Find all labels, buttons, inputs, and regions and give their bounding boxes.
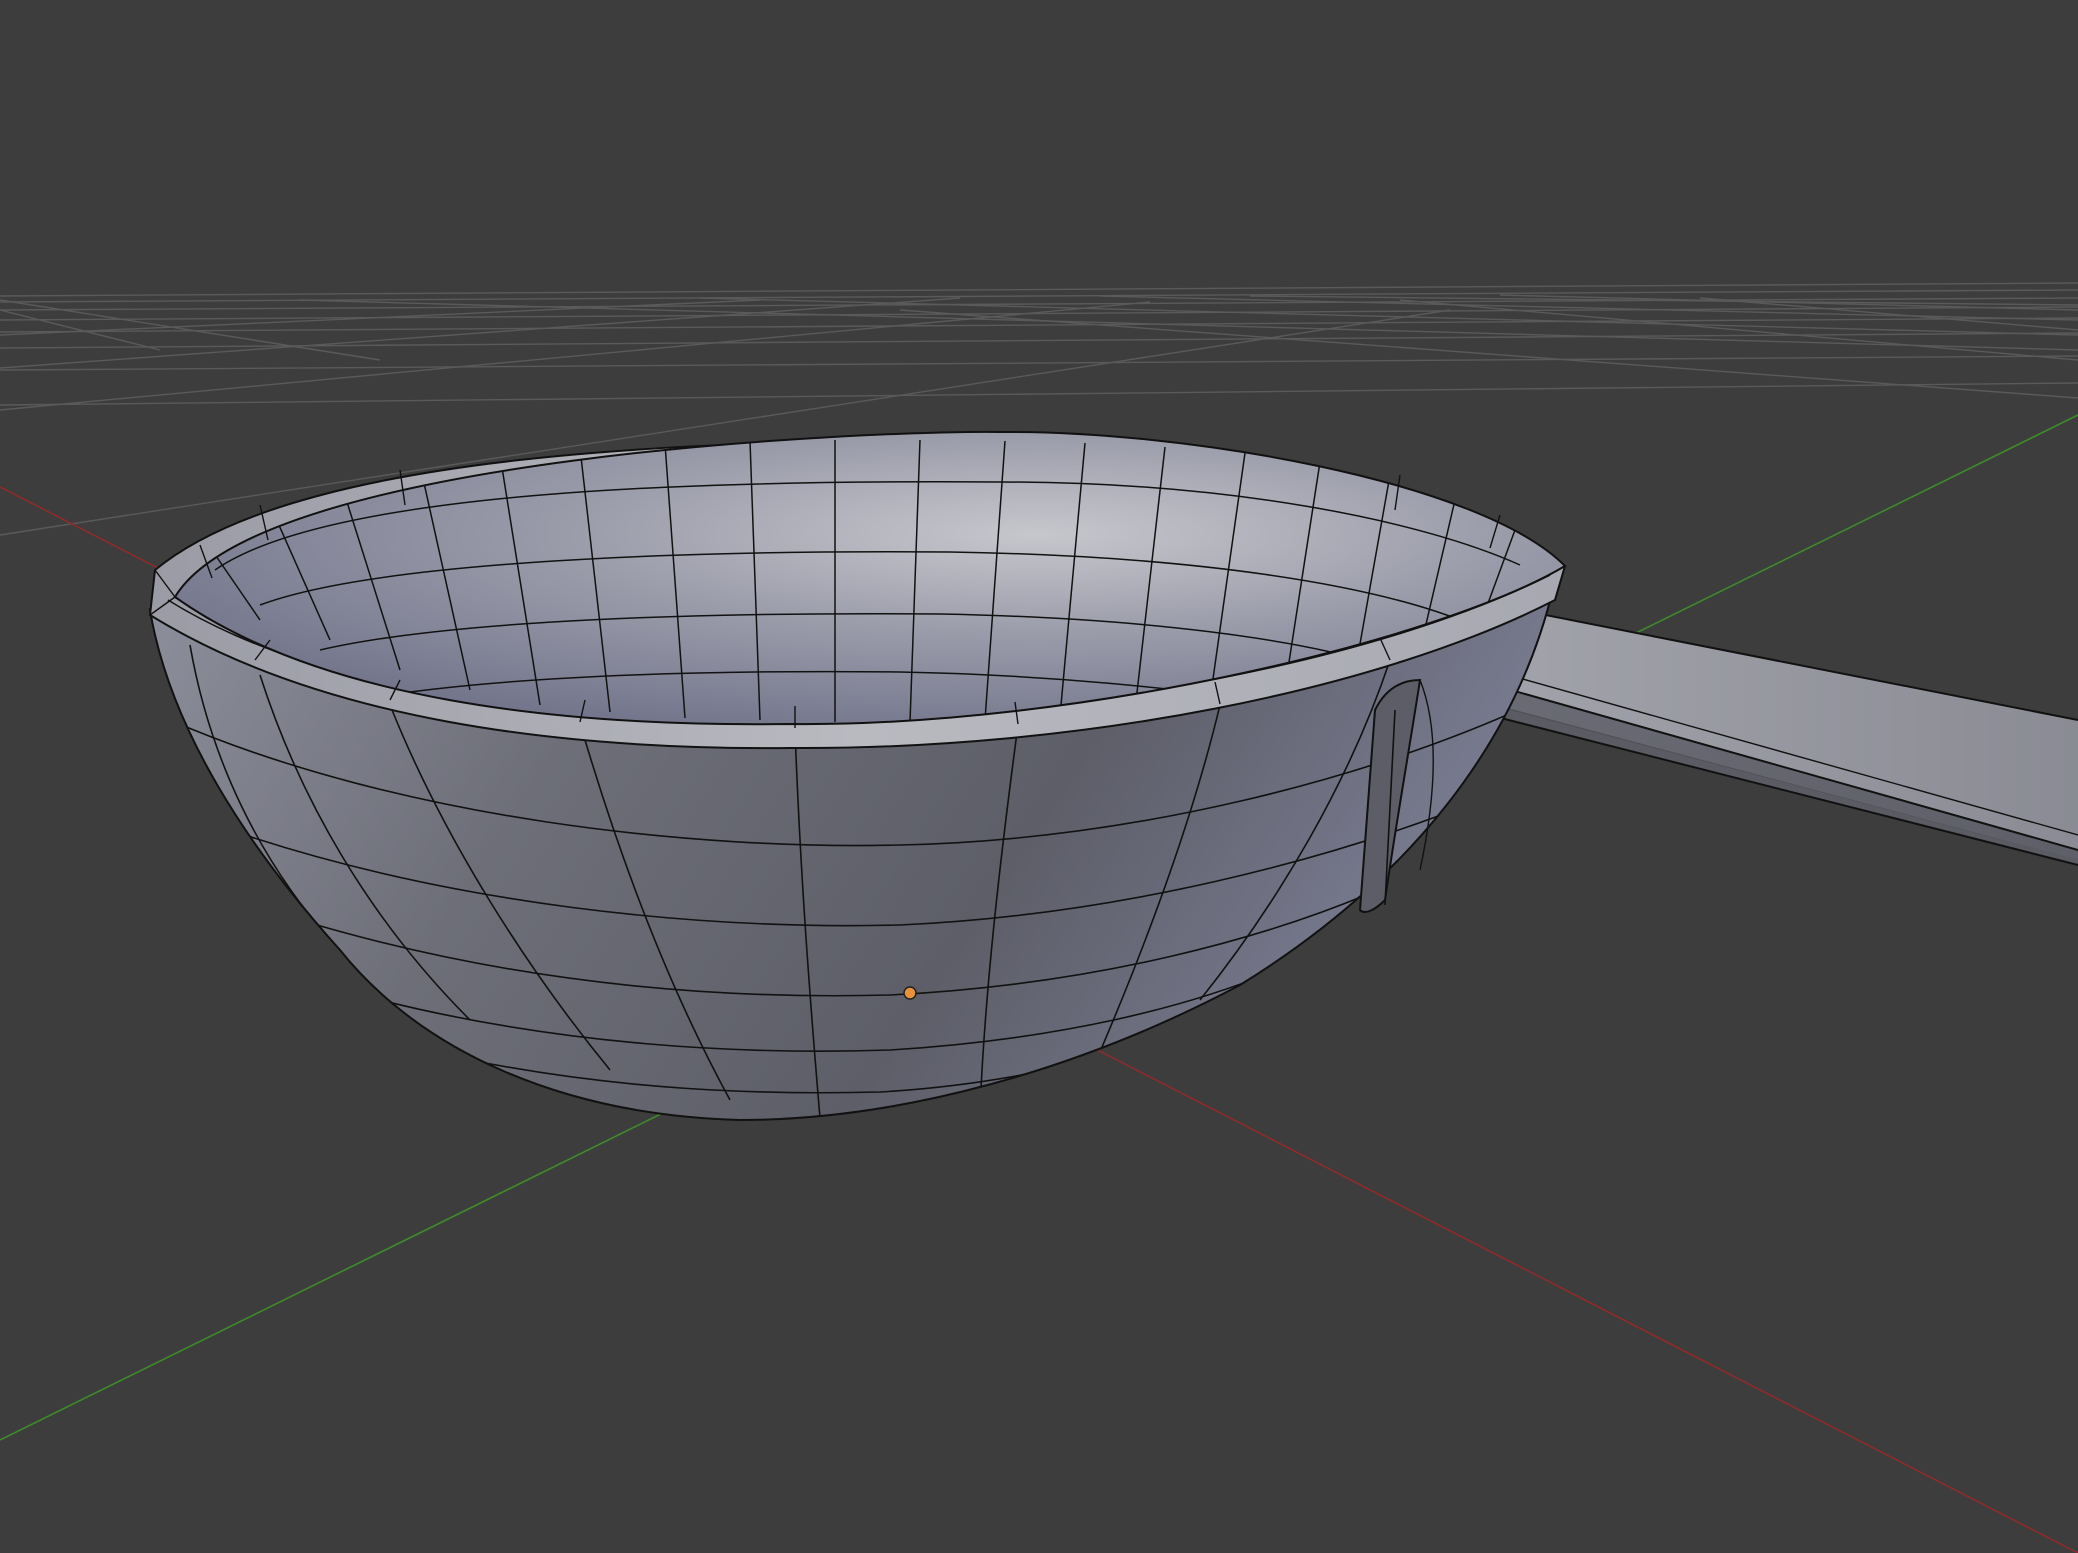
ladle-bowl[interactable] bbox=[148, 430, 1567, 1122]
3d-viewport[interactable] bbox=[0, 0, 2078, 1553]
viewport-scene[interactable] bbox=[0, 0, 2078, 1553]
object-origin-dot[interactable] bbox=[903, 986, 917, 1000]
